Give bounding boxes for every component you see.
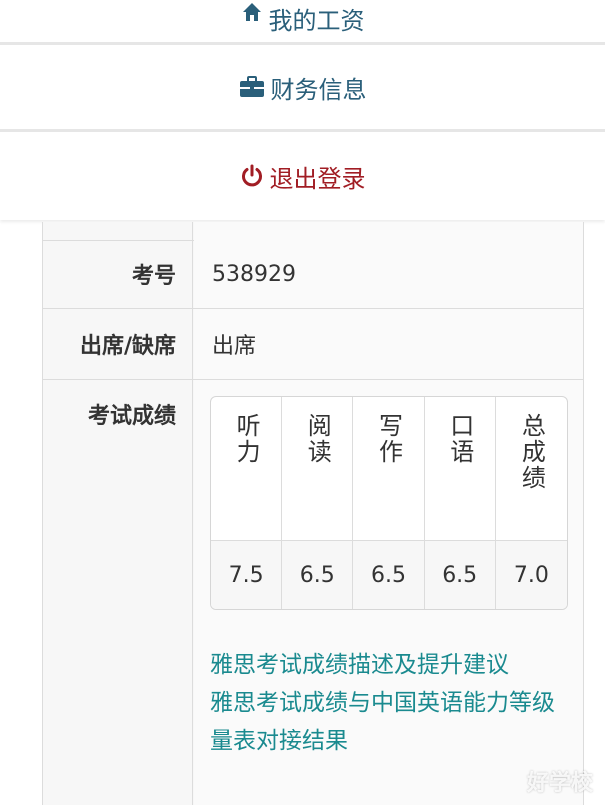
score-header-speaking: 口语 <box>424 397 496 541</box>
score-description-link[interactable]: 雅思考试成绩描述及提升建议 <box>210 646 570 684</box>
score-header-writing: 写作 <box>353 397 425 541</box>
briefcase-icon <box>239 76 265 98</box>
menu-item-finance[interactable]: 财务信息 <box>0 45 605 132</box>
home-icon <box>241 1 263 23</box>
menu-label-my-salary: 我的工资 <box>268 6 365 35</box>
exam-number-label: 考号 <box>43 240 193 308</box>
scores-label: 考试成绩 <box>43 380 193 805</box>
exam-number-value: 538929 <box>194 240 583 308</box>
menu-item-my-salary[interactable]: 我的工资 <box>0 0 605 45</box>
table-row-scores: 考试成绩 听力 阅读 写作 口语 总成绩 7.5 6.5 6.5 6.5 7.0… <box>43 380 583 805</box>
score-value-listening: 7.5 <box>211 541 283 609</box>
score-value-speaking: 6.5 <box>424 541 496 609</box>
score-header-reading: 阅读 <box>282 397 354 541</box>
attendance-label: 出席/缺席 <box>43 309 193 379</box>
logout-button[interactable]: 退出登录 <box>0 132 605 220</box>
watermark-logo: 好学校 <box>526 771 593 796</box>
table-row <box>43 222 583 241</box>
logout-label: 退出登录 <box>269 164 366 193</box>
score-header-overall: 总成绩 <box>495 397 567 541</box>
score-report-page: 我的工资 财务信息 退出登录 考号 538929 出席/缺席 出席 考试成绩 听… <box>0 0 605 805</box>
score-subtable: 听力 阅读 写作 口语 总成绩 7.5 6.5 6.5 6.5 7.0 <box>210 396 568 610</box>
score-header-listening: 听力 <box>211 397 283 541</box>
score-value-reading: 6.5 <box>282 541 354 609</box>
score-value-overall: 7.0 <box>495 541 567 609</box>
table-row-attendance: 出席/缺席 出席 <box>43 309 583 380</box>
power-icon <box>240 164 264 188</box>
attendance-value: 出席 <box>194 309 583 379</box>
cse-alignment-link[interactable]: 雅思考试成绩与中国英语能力等级量表对接结果 <box>210 684 570 760</box>
table-row-exam-number: 考号 538929 <box>43 240 583 309</box>
score-links: 雅思考试成绩描述及提升建议 雅思考试成绩与中国英语能力等级量表对接结果 <box>210 646 570 760</box>
score-value-writing: 6.5 <box>353 541 425 609</box>
menu-label-finance: 财务信息 <box>270 75 367 104</box>
exam-info-table: 考号 538929 出席/缺席 出席 考试成绩 听力 阅读 写作 口语 总成绩 … <box>42 222 584 805</box>
